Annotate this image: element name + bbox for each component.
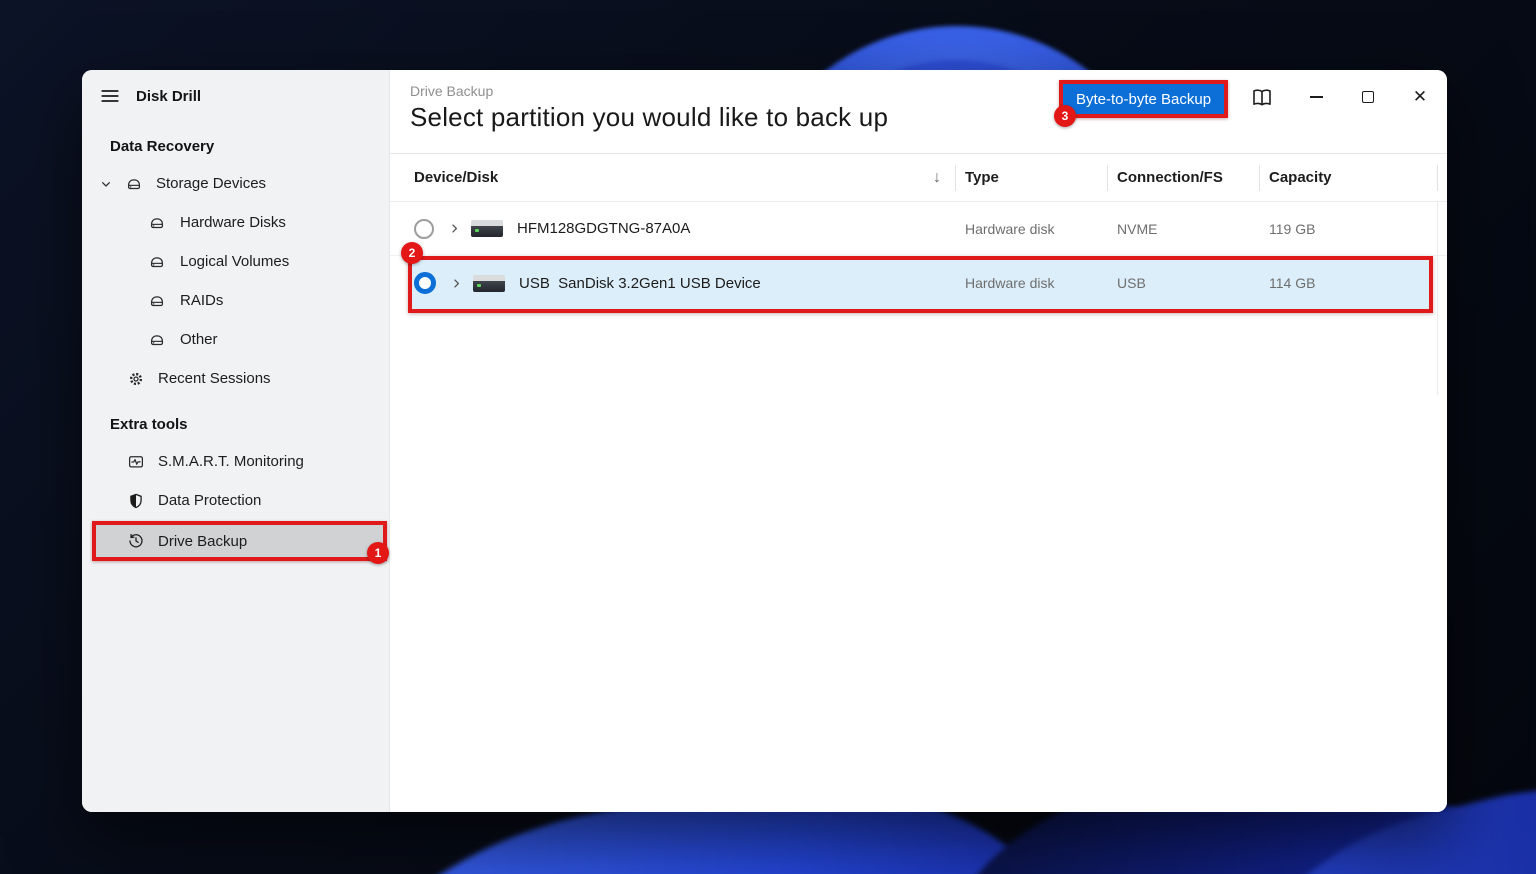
sidebar-item-label: Drive Backup bbox=[158, 532, 248, 550]
header-divider bbox=[1437, 165, 1438, 191]
type-cell: Hardware disk bbox=[965, 220, 1055, 237]
smart-monitoring-icon bbox=[128, 455, 144, 468]
byte-to-byte-backup-button[interactable]: Byte-to-byte Backup bbox=[1063, 84, 1225, 114]
annotation-step-badge-3: 3 bbox=[1054, 105, 1076, 127]
sidebar-header: Disk Drill bbox=[82, 70, 389, 122]
sidebar: Disk Drill Data Recovery Storage Devices… bbox=[82, 70, 390, 812]
hard-drive-image-icon bbox=[471, 220, 503, 237]
help-book-button[interactable] bbox=[1247, 83, 1277, 113]
page-title: Select partition you would like to back … bbox=[410, 102, 889, 132]
sidebar-item-label: RAIDs bbox=[180, 292, 224, 309]
header-divider bbox=[955, 165, 956, 191]
shield-icon bbox=[130, 493, 142, 508]
section-data-recovery: Data Recovery bbox=[110, 137, 215, 155]
sidebar-item-storage-devices[interactable]: Storage Devices bbox=[82, 164, 389, 203]
storage-drive-icon bbox=[150, 334, 164, 345]
header-divider bbox=[1259, 165, 1260, 191]
sidebar-item-raids[interactable]: RAIDs bbox=[82, 281, 389, 320]
header-divider bbox=[1107, 165, 1108, 191]
sidebar-item-recent-sessions[interactable]: Recent Sessions bbox=[82, 359, 389, 398]
close-icon: ✕ bbox=[1412, 87, 1428, 106]
history-clock-icon bbox=[129, 533, 143, 548]
sidebar-item-other[interactable]: Other bbox=[82, 320, 389, 359]
connection-cell: NVME bbox=[1117, 220, 1158, 237]
table-row-hfm128[interactable]: HFM128GDGTNG-87A0A Hardware disk NVME 11… bbox=[390, 202, 1447, 256]
sidebar-item-label: Data Protection bbox=[158, 492, 262, 509]
column-header-device-disk[interactable]: Device/Disk ↓ bbox=[390, 169, 955, 187]
storage-drive-icon bbox=[150, 217, 164, 228]
capacity-cell: 114 GB bbox=[1269, 275, 1316, 291]
maximize-button[interactable] bbox=[1353, 82, 1383, 112]
connection-cell: USB bbox=[1117, 275, 1146, 291]
device-cell: USB SanDisk 3.2Gen1 USB Device bbox=[390, 272, 955, 294]
table-row-sandisk-usb[interactable]: USB SanDisk 3.2Gen1 USB Device Hardware … bbox=[390, 256, 1447, 310]
column-header-connection-fs[interactable]: Connection/FS bbox=[1107, 169, 1259, 186]
capacity-cell: 119 GB bbox=[1269, 220, 1316, 237]
sidebar-item-label: S.M.A.R.T. Monitoring bbox=[158, 453, 304, 470]
device-cell: HFM128GDGTNG-87A0A bbox=[390, 218, 955, 239]
annotation-step-badge-1: 1 bbox=[367, 542, 389, 564]
sidebar-item-label: Storage Devices bbox=[156, 175, 267, 192]
sidebar-item-hardware-disks[interactable]: Hardware Disks bbox=[82, 203, 389, 242]
maximize-icon bbox=[1362, 91, 1374, 103]
sidebar-item-label: Other bbox=[180, 331, 218, 348]
main-panel: Drive Backup Select partition you would … bbox=[390, 70, 1447, 812]
sort-descending-icon[interactable]: ↓ bbox=[933, 169, 941, 187]
chevron-right-icon[interactable] bbox=[449, 276, 464, 291]
sidebar-item-drive-backup[interactable]: Drive Backup bbox=[96, 525, 383, 557]
main-header: Drive Backup Select partition you would … bbox=[390, 70, 1447, 154]
partition-table: Device/Disk ↓ Type Connection/FS Capacit… bbox=[390, 154, 1447, 395]
type-cell: Hardware disk bbox=[965, 275, 1055, 291]
sidebar-item-smart-monitoring[interactable]: S.M.A.R.T. Monitoring bbox=[82, 442, 389, 481]
hamburger-menu-button[interactable] bbox=[95, 81, 125, 111]
hamburger-icon bbox=[101, 90, 119, 102]
close-button[interactable]: ✕ bbox=[1405, 82, 1435, 112]
column-header-type[interactable]: Type bbox=[955, 169, 1107, 186]
annotation-box-step3: Byte-to-byte Backup 3 bbox=[1054, 80, 1229, 127]
annotation-step-badge-2: 2 bbox=[401, 242, 423, 264]
radio-selected[interactable] bbox=[414, 272, 436, 294]
section-extra-tools: Extra tools bbox=[110, 415, 188, 433]
device-name: USB SanDisk 3.2Gen1 USB Device bbox=[519, 274, 761, 292]
storage-drive-icon bbox=[150, 256, 164, 267]
book-icon bbox=[1253, 89, 1271, 106]
hard-drive-image-icon bbox=[473, 274, 505, 292]
column-header-capacity[interactable]: Capacity bbox=[1259, 169, 1447, 186]
chevron-right-icon[interactable] bbox=[447, 221, 462, 236]
minimize-button[interactable] bbox=[1301, 82, 1331, 112]
sidebar-item-label: Hardware Disks bbox=[180, 214, 286, 231]
table-header-row: Device/Disk ↓ Type Connection/FS Capacit… bbox=[390, 154, 1447, 202]
sidebar-item-label: Recent Sessions bbox=[158, 370, 271, 387]
sidebar-item-logical-volumes[interactable]: Logical Volumes bbox=[82, 242, 389, 281]
annotation-box-step1: Drive Backup bbox=[92, 521, 387, 561]
breadcrumb: Drive Backup bbox=[410, 83, 494, 99]
sidebar-item-data-protection[interactable]: Data Protection bbox=[82, 481, 389, 520]
storage-drive-icon bbox=[150, 295, 164, 306]
sidebar-item-label: Logical Volumes bbox=[180, 253, 290, 270]
gear-icon bbox=[129, 372, 143, 385]
device-name: HFM128GDGTNG-87A0A bbox=[517, 220, 691, 237]
storage-drive-icon bbox=[127, 178, 141, 189]
radio-unselected[interactable] bbox=[414, 218, 434, 239]
app-title: Disk Drill bbox=[136, 87, 202, 105]
disk-drill-window: Disk Drill Data Recovery Storage Devices… bbox=[82, 70, 1447, 812]
minimize-icon bbox=[1309, 96, 1323, 98]
chevron-down-icon[interactable] bbox=[98, 176, 114, 192]
